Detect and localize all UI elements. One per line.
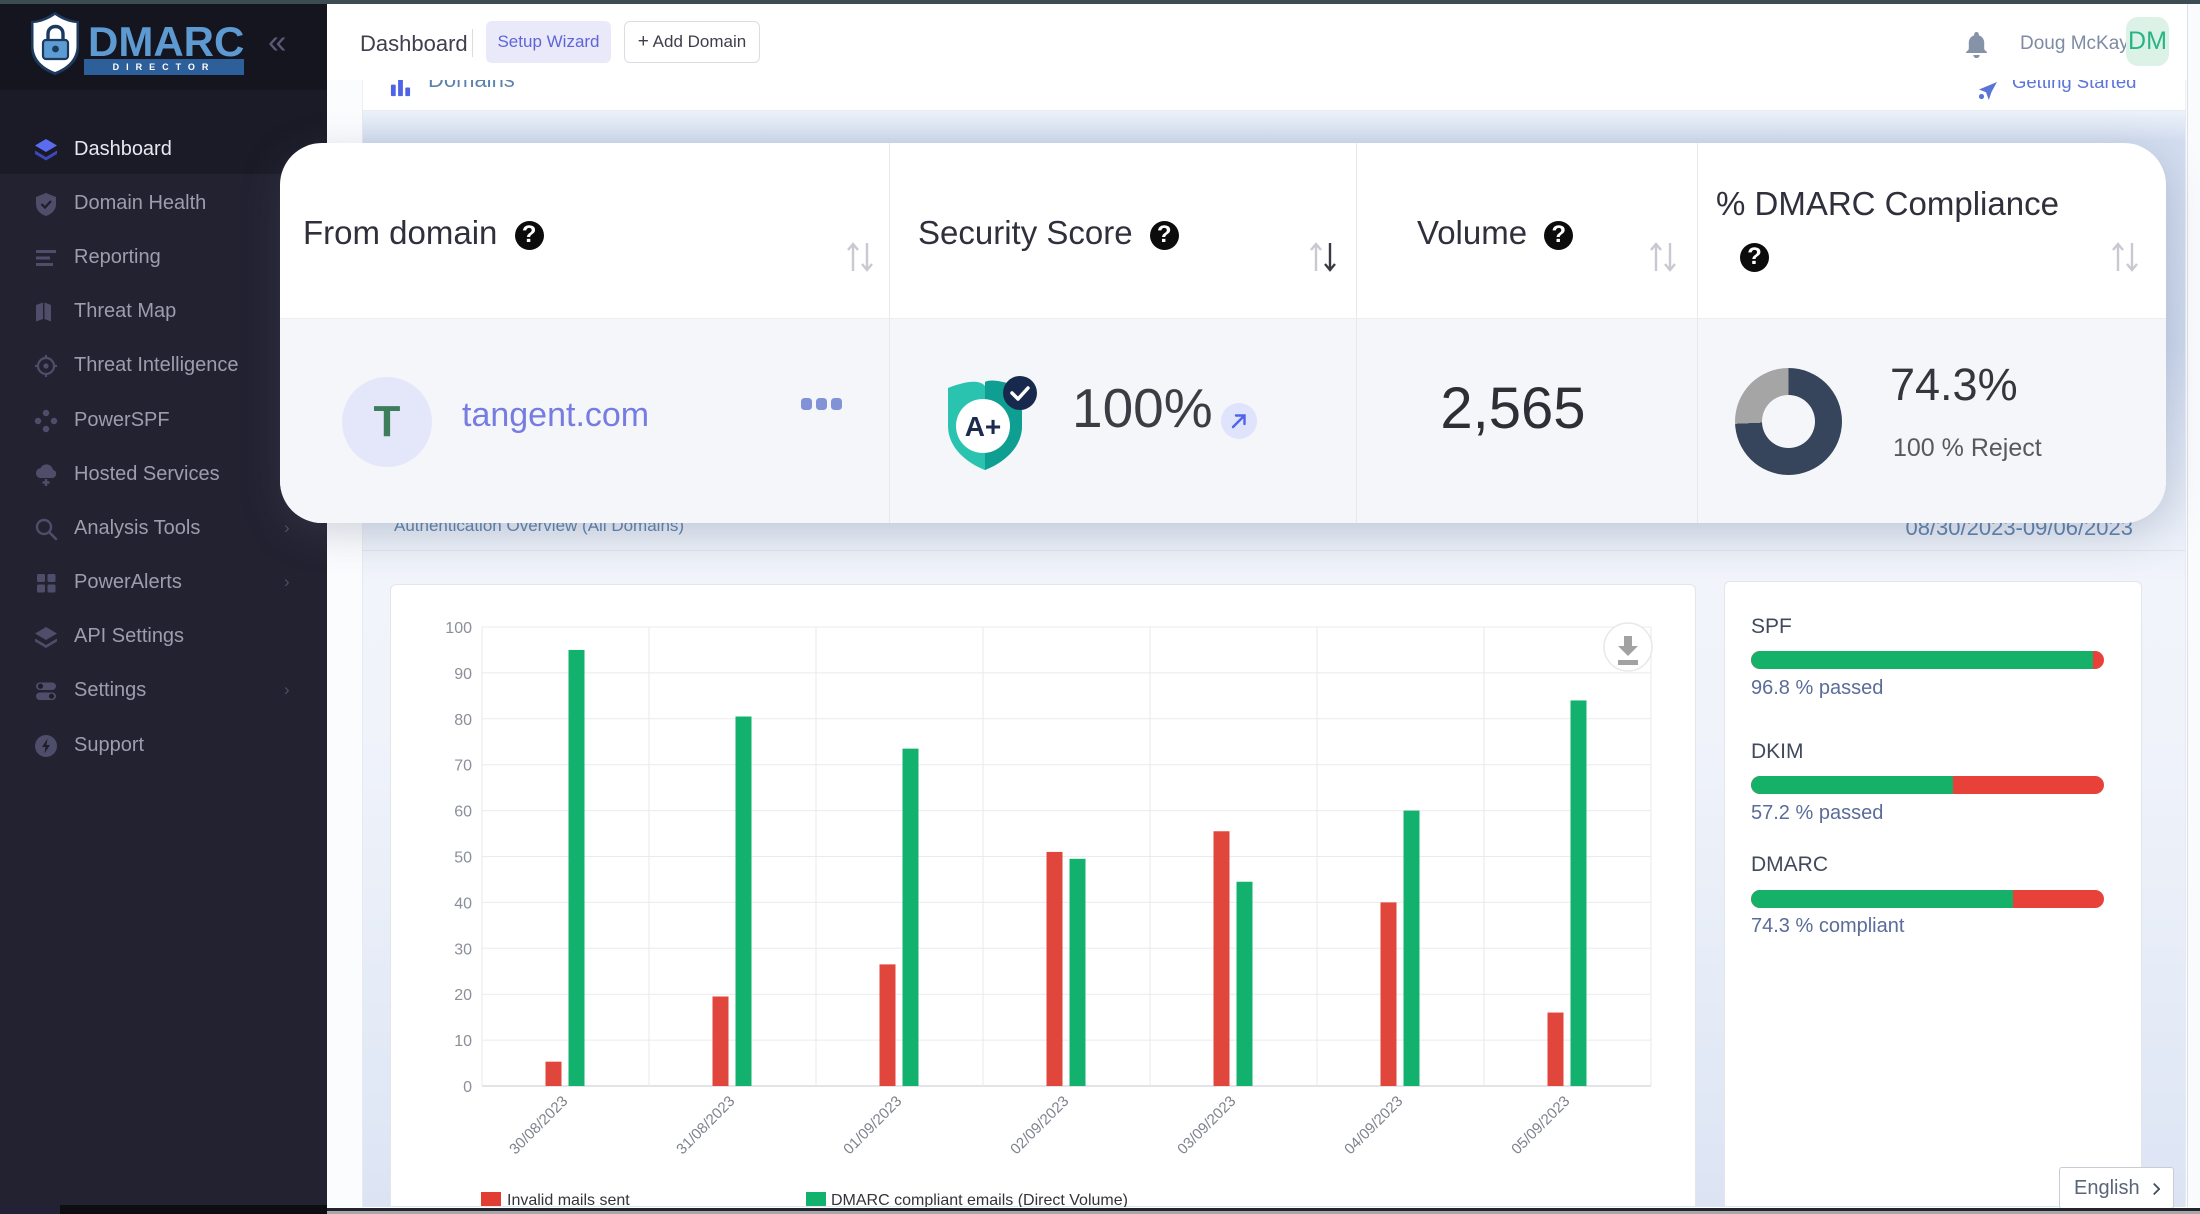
svg-text:05/09/2023: 05/09/2023 bbox=[1508, 1093, 1573, 1158]
svg-text:A+: A+ bbox=[965, 411, 1002, 442]
svg-text:30: 30 bbox=[454, 941, 472, 958]
svg-text:10: 10 bbox=[454, 1033, 472, 1050]
svg-text:20: 20 bbox=[454, 987, 472, 1004]
svg-text:100: 100 bbox=[445, 620, 472, 637]
svg-text:40: 40 bbox=[454, 895, 472, 912]
svg-text:0: 0 bbox=[463, 1079, 472, 1096]
svg-text:Invalid mails sent: Invalid mails sent bbox=[507, 1192, 630, 1207]
svg-text:60: 60 bbox=[454, 804, 472, 821]
svg-text:90: 90 bbox=[454, 666, 472, 683]
svg-text:50: 50 bbox=[454, 850, 472, 867]
svg-text:70: 70 bbox=[454, 758, 472, 775]
svg-text:01/09/2023: 01/09/2023 bbox=[840, 1093, 905, 1158]
svg-text:31/08/2023: 31/08/2023 bbox=[673, 1093, 738, 1158]
svg-text:02/09/2023: 02/09/2023 bbox=[1007, 1093, 1072, 1158]
svg-text:30/08/2023: 30/08/2023 bbox=[506, 1093, 571, 1158]
svg-text:DMARC compliant emails (Direct: DMARC compliant emails (Direct Volume) bbox=[831, 1192, 1128, 1207]
svg-text:04/09/2023: 04/09/2023 bbox=[1341, 1093, 1406, 1158]
svg-text:80: 80 bbox=[454, 712, 472, 729]
svg-text:03/09/2023: 03/09/2023 bbox=[1174, 1093, 1239, 1158]
